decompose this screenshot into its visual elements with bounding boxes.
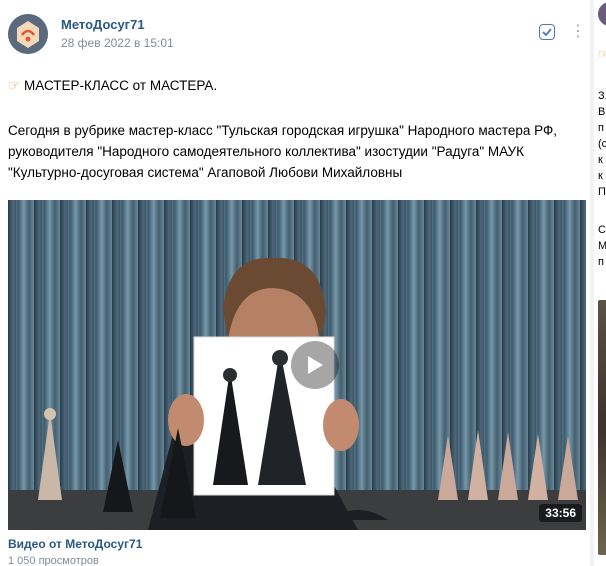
next-post-text-line: п	[598, 122, 604, 134]
next-post-image[interactable]	[598, 300, 606, 555]
video-views: 1 050 просмотров	[8, 555, 99, 566]
next-post-text-line: к	[598, 170, 603, 182]
next-post-text-line: (с	[598, 138, 606, 150]
next-post-text-line: п	[598, 256, 604, 268]
play-icon[interactable]	[291, 341, 339, 389]
next-post-avatar[interactable]	[598, 2, 606, 26]
post-body-text: Сегодня в рубрике мастер-класс "Тульская…	[8, 123, 558, 180]
author-avatar[interactable]	[8, 14, 48, 54]
headline-text: МАСТЕР-КЛАСС от МАСТЕРА.	[24, 78, 218, 93]
post-author-link[interactable]: МетоДосуг71	[61, 17, 145, 32]
next-post-card: ☞ З, В п (с к к П С М п	[594, 0, 606, 566]
video-title-link[interactable]: Видео от МетоДосуг71	[8, 537, 142, 551]
post-headline: ☞ МАСТЕР-КЛАСС от МАСТЕРА.	[8, 78, 217, 94]
more-icon[interactable]: ⋮	[570, 22, 586, 42]
checkbox-icon[interactable]	[539, 24, 555, 40]
next-post-text-line: З,	[598, 90, 606, 102]
next-post-text-line: П	[598, 186, 606, 198]
pointing-hand-icon: ☞	[598, 47, 606, 61]
next-post-text-line: В	[598, 106, 606, 118]
next-post-text-line: С	[598, 224, 606, 236]
next-post-text-line: к	[598, 154, 603, 166]
post-card: МетоДосуг71 28 фев 2022 в 15:01 ⋮ ☞ МАСТЕ…	[0, 0, 590, 566]
video-player[interactable]: 33:56	[8, 200, 586, 530]
video-duration: 33:56	[539, 504, 582, 522]
next-post-text-line: М	[598, 240, 606, 252]
post-date-link[interactable]: 28 фев 2022 в 15:01	[61, 36, 174, 50]
pointing-hand-icon: ☞	[8, 78, 21, 93]
